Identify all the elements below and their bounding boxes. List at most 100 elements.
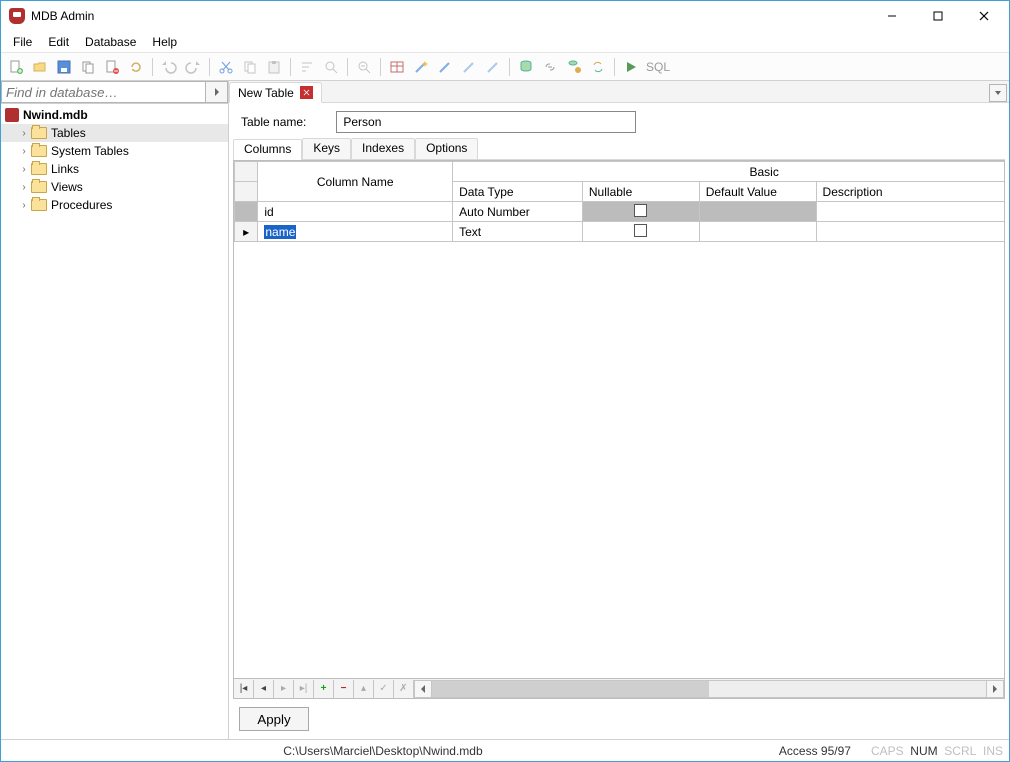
cell-data-type[interactable]: Text bbox=[453, 222, 583, 242]
redo-button[interactable] bbox=[182, 56, 204, 78]
link-button[interactable] bbox=[539, 56, 561, 78]
new-file-button[interactable] bbox=[5, 56, 27, 78]
scroll-left-button[interactable] bbox=[414, 680, 432, 698]
find-button[interactable] bbox=[320, 56, 342, 78]
paste-button[interactable] bbox=[263, 56, 285, 78]
separator bbox=[152, 58, 153, 76]
nav-post-button[interactable]: ✓ bbox=[374, 680, 394, 698]
menu-edit[interactable]: Edit bbox=[40, 33, 77, 51]
cell-col-name[interactable]: id bbox=[258, 202, 453, 222]
db-tree[interactable]: Nwind.mdb › Tables › System Tables › Lin… bbox=[1, 104, 228, 739]
close-button[interactable] bbox=[961, 1, 1007, 31]
expand-icon[interactable]: › bbox=[19, 200, 29, 211]
hdr-data-type[interactable]: Data Type bbox=[453, 182, 583, 202]
subtab-indexes[interactable]: Indexes bbox=[351, 138, 415, 159]
tree-item-system-tables[interactable]: › System Tables bbox=[1, 142, 228, 160]
tree-item-procedures[interactable]: › Procedures bbox=[1, 196, 228, 214]
folder-icon bbox=[31, 181, 47, 193]
maximize-button[interactable] bbox=[915, 1, 961, 31]
undo-button[interactable] bbox=[158, 56, 180, 78]
scroll-thumb[interactable] bbox=[432, 681, 709, 697]
h-scrollbar[interactable] bbox=[414, 680, 1004, 698]
chevron-left-icon bbox=[420, 685, 426, 693]
scroll-track[interactable] bbox=[432, 680, 986, 698]
copy-db-button[interactable] bbox=[77, 56, 99, 78]
body: Nwind.mdb › Tables › System Tables › Lin… bbox=[1, 81, 1009, 739]
hdr-col-name[interactable]: Column Name bbox=[258, 162, 453, 202]
status-ins: INS bbox=[983, 744, 1003, 758]
minimize-button[interactable] bbox=[869, 1, 915, 31]
subtab-columns[interactable]: Columns bbox=[233, 139, 302, 160]
link-icon bbox=[542, 59, 558, 75]
tab-new-table[interactable]: New Table bbox=[229, 82, 322, 103]
grid-row[interactable]: id Auto Number bbox=[235, 202, 1006, 222]
cell-default[interactable] bbox=[699, 202, 816, 222]
expand-icon[interactable]: › bbox=[19, 182, 29, 193]
search-input[interactable] bbox=[1, 81, 206, 103]
delete-db-button[interactable] bbox=[101, 56, 123, 78]
nav-cancel-button[interactable]: ✗ bbox=[394, 680, 414, 698]
grid-row[interactable]: ▸ name Text bbox=[235, 222, 1006, 242]
sync-button[interactable] bbox=[587, 56, 609, 78]
wizard1-button[interactable] bbox=[410, 56, 432, 78]
subtab-options[interactable]: Options bbox=[415, 138, 478, 159]
save-button[interactable] bbox=[53, 56, 75, 78]
nav-edit-button[interactable]: ▴ bbox=[354, 680, 374, 698]
db-users-button[interactable] bbox=[515, 56, 537, 78]
folder-icon bbox=[31, 127, 47, 139]
zoom-button[interactable] bbox=[353, 56, 375, 78]
hdr-nullable[interactable]: Nullable bbox=[582, 182, 699, 202]
tree-item-views[interactable]: › Views bbox=[1, 178, 228, 196]
cut-button[interactable] bbox=[215, 56, 237, 78]
wizard2-button[interactable] bbox=[434, 56, 456, 78]
columns-grid[interactable]: Column Name Basic Text Data Type Nullabl… bbox=[234, 161, 1005, 242]
table-name-input[interactable] bbox=[336, 111, 636, 133]
tab-list-dropdown[interactable] bbox=[989, 84, 1007, 102]
grid-scroll[interactable]: Column Name Basic Text Data Type Nullabl… bbox=[233, 160, 1005, 679]
refresh-button[interactable] bbox=[125, 56, 147, 78]
nav-delete-button[interactable]: − bbox=[334, 680, 354, 698]
scroll-right-button[interactable] bbox=[986, 680, 1004, 698]
apply-button[interactable]: Apply bbox=[239, 707, 309, 731]
search-go-button[interactable] bbox=[206, 81, 228, 103]
menu-file[interactable]: File bbox=[5, 33, 40, 51]
sort-button[interactable] bbox=[296, 56, 318, 78]
expand-icon[interactable]: › bbox=[19, 164, 29, 175]
hdr-default[interactable]: Default Value bbox=[699, 182, 816, 202]
nav-last-button[interactable]: ▸| bbox=[294, 680, 314, 698]
cell-data-type[interactable]: Auto Number bbox=[453, 202, 583, 222]
tab-close-button[interactable] bbox=[300, 86, 313, 99]
nav-prev-button[interactable]: ◂ bbox=[254, 680, 274, 698]
expand-icon[interactable]: › bbox=[19, 146, 29, 157]
cell-default[interactable] bbox=[699, 222, 816, 242]
nav-insert-button[interactable]: + bbox=[314, 680, 334, 698]
cell-nullable[interactable] bbox=[582, 222, 699, 242]
run-sql-button[interactable] bbox=[620, 56, 642, 78]
tree-item-links[interactable]: › Links bbox=[1, 160, 228, 178]
open-button[interactable] bbox=[29, 56, 51, 78]
tree-item-tables[interactable]: › Tables bbox=[1, 124, 228, 142]
cell-description[interactable] bbox=[816, 222, 1005, 242]
copy-button[interactable] bbox=[239, 56, 261, 78]
separator bbox=[209, 58, 210, 76]
nav-next-button[interactable]: ▸ bbox=[274, 680, 294, 698]
table-button[interactable] bbox=[386, 56, 408, 78]
cell-description[interactable] bbox=[816, 202, 1005, 222]
cell-nullable[interactable] bbox=[582, 202, 699, 222]
wizard4-button[interactable] bbox=[482, 56, 504, 78]
menu-database[interactable]: Database bbox=[77, 33, 144, 51]
wizard3-button[interactable] bbox=[458, 56, 480, 78]
subtab-keys[interactable]: Keys bbox=[302, 138, 351, 159]
cell-col-name[interactable]: name bbox=[258, 222, 453, 242]
checkbox-icon[interactable] bbox=[634, 224, 647, 237]
db-tool-button[interactable] bbox=[563, 56, 585, 78]
tree-db-node[interactable]: Nwind.mdb bbox=[1, 106, 228, 124]
menu-help[interactable]: Help bbox=[144, 33, 185, 51]
expand-icon[interactable]: › bbox=[19, 128, 29, 139]
checkbox-icon[interactable] bbox=[634, 204, 647, 217]
nav-first-button[interactable]: |◂ bbox=[234, 680, 254, 698]
status-mode: Access 95/97 bbox=[779, 744, 851, 758]
sort-icon bbox=[299, 59, 315, 75]
hdr-description[interactable]: Description bbox=[816, 182, 1005, 202]
app-icon bbox=[9, 8, 25, 24]
